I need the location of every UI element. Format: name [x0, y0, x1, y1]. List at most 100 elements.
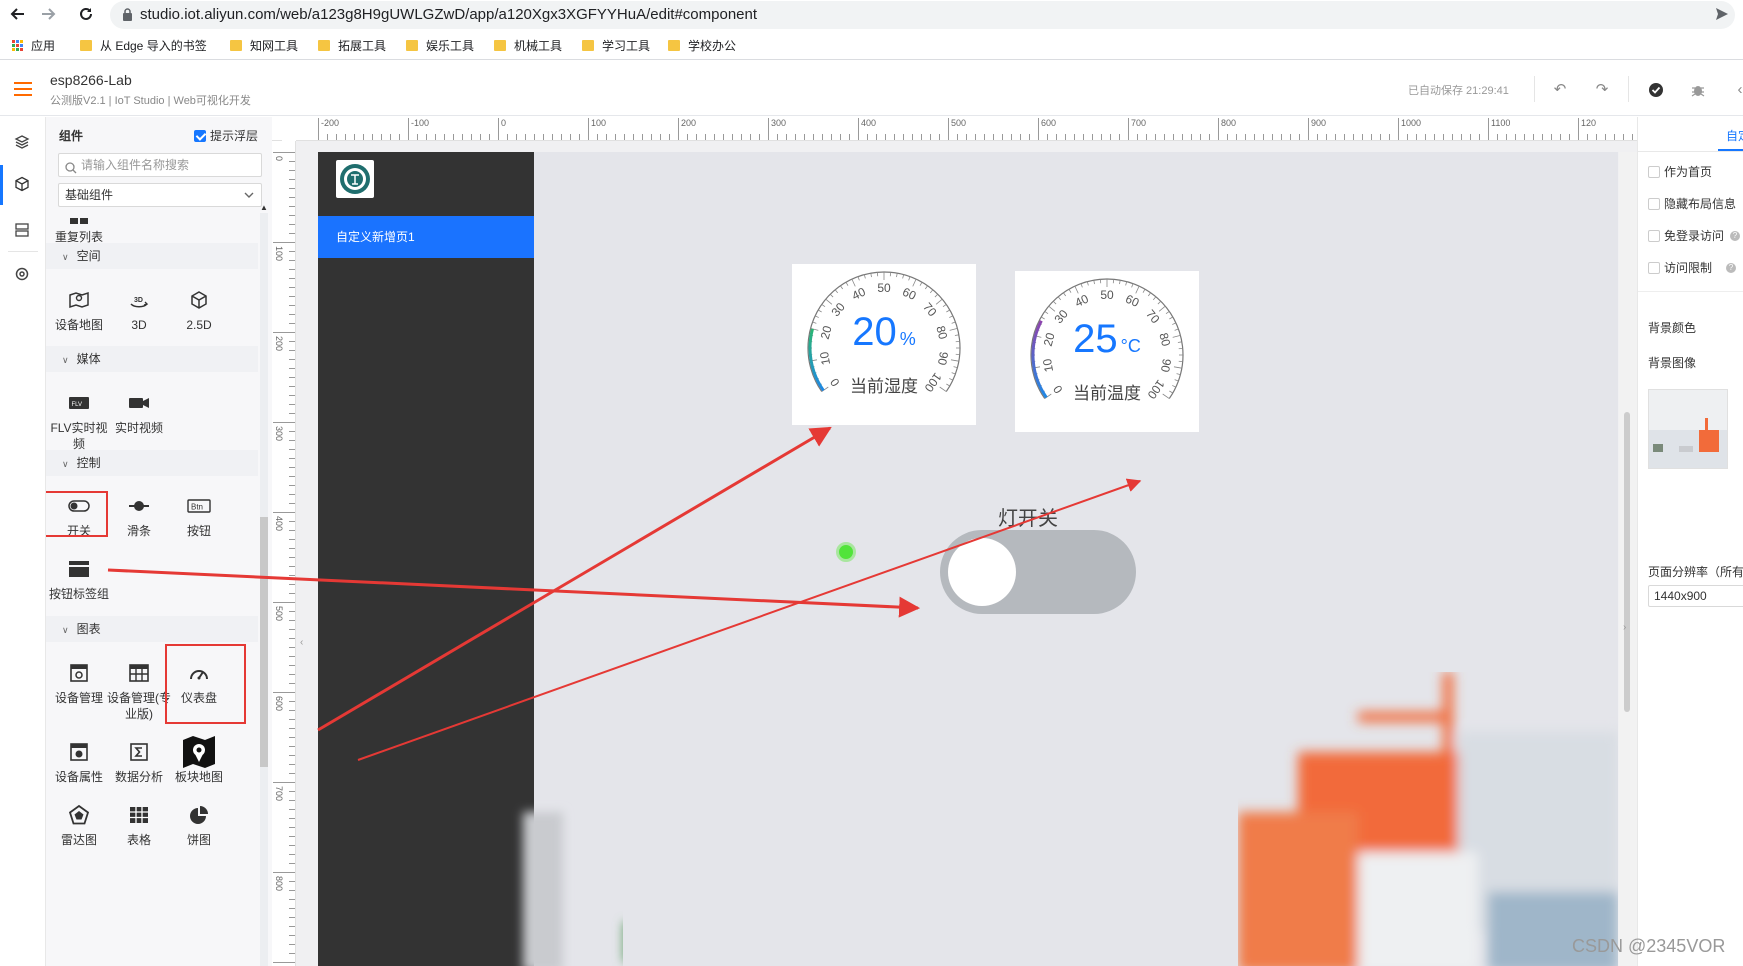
canvas-right-arrow-icon[interactable]: › — [1623, 622, 1626, 633]
ruler-tick — [289, 620, 295, 621]
bookmark-folder[interactable]: 拓展工具 — [318, 37, 386, 54]
canvas-left-arrow-icon[interactable]: ‹ — [300, 637, 303, 648]
option-access-limit[interactable]: 访问限制? — [1648, 259, 1737, 276]
ruler-tick — [289, 485, 295, 486]
component-category-select[interactable]: 基础组件 — [58, 183, 262, 207]
page-canvas[interactable]: 自定义新增页1 0 10 20 30 40 50 60 70 80 90 100… — [318, 152, 1618, 966]
gauge-tick — [1158, 305, 1166, 312]
undo-icon[interactable]: ↶ — [1552, 82, 1568, 98]
component-device-property[interactable]: 设备属性 — [46, 735, 112, 785]
component-data-analysis[interactable]: 数据分析 — [106, 735, 172, 785]
component-radar-chart[interactable]: 雷达图 — [46, 798, 112, 848]
table-icon — [106, 798, 172, 832]
reload-icon[interactable] — [74, 2, 98, 26]
ruler-tick — [289, 647, 295, 648]
component-repeat-list[interactable]: 重复列表 — [46, 213, 112, 245]
component-region-map[interactable]: 板块地图 — [166, 735, 232, 785]
gauge-tick — [1125, 281, 1128, 286]
component-slider[interactable]: 滑条 — [106, 489, 172, 539]
component-button[interactable]: Btn 按钮 — [166, 489, 232, 539]
option-no-login[interactable]: 免登录访问? — [1648, 227, 1741, 244]
ruler-tick — [453, 134, 454, 140]
ruler-tick — [669, 134, 670, 140]
option-hide-layout[interactable]: 隐藏布局信息 — [1648, 195, 1736, 212]
gauge-humidity[interactable]: 0 10 20 30 40 50 60 70 80 90 100 20% 当前湿度 — [792, 264, 976, 425]
hint-checkbox[interactable]: 提示浮层 — [194, 127, 258, 144]
bookmark-folder[interactable]: 学习工具 — [582, 37, 650, 54]
panel-scrollbar-thumb[interactable] — [260, 517, 268, 767]
component-button-tab-group[interactable]: 按钮标签组 — [46, 552, 112, 602]
component-live-video[interactable]: 实时视频 — [106, 386, 172, 436]
ruler-tick — [750, 134, 751, 140]
bookmark-folder[interactable]: 机械工具 — [494, 37, 562, 54]
check-icon[interactable] — [1648, 82, 1664, 98]
forward-icon[interactable] — [36, 2, 60, 26]
component-pie-chart[interactable]: 饼图 — [166, 798, 232, 848]
menu-icon[interactable] — [14, 82, 32, 99]
ruler-tick — [289, 521, 295, 522]
ruler-tick — [417, 134, 418, 140]
help-icon[interactable]: ? — [1726, 262, 1737, 273]
option-set-home[interactable]: 作为首页 — [1648, 163, 1712, 180]
redo-icon[interactable]: ↷ — [1594, 82, 1610, 98]
component-flv-video[interactable]: FLV FLV实时视频 — [46, 386, 112, 452]
light-switch-toggle[interactable] — [940, 530, 1136, 614]
url-bar[interactable]: studio.iot.aliyun.com/web/a123g8H9gUWLGZ… — [110, 1, 1735, 29]
bookmark-folder[interactable]: 知网工具 — [230, 37, 298, 54]
bookmark-folder[interactable]: 娱乐工具 — [406, 37, 474, 54]
back-icon[interactable] — [6, 2, 30, 26]
table-grid-icon — [106, 656, 172, 690]
component-search-input[interactable]: 请输入组件名称搜索 — [58, 153, 262, 177]
ruler-tick — [289, 935, 295, 936]
component-icon[interactable] — [11, 173, 33, 195]
annotation-box-switch — [46, 491, 108, 537]
ruler-tick — [289, 755, 295, 756]
debug-icon[interactable] — [1690, 82, 1706, 98]
collapse-icon[interactable]: ‹ — [1732, 82, 1743, 98]
section-control[interactable]: ∨ 控制 — [46, 450, 258, 476]
ruler-tick — [273, 512, 295, 513]
ruler-tick — [1353, 134, 1354, 140]
gauge-temperature[interactable]: 0 10 20 30 40 50 60 70 80 90 100 25 °C 当前温度 — [1015, 271, 1199, 432]
canvas-scrollbar-thumb[interactable] — [1624, 412, 1630, 712]
component-device-manage-pro[interactable]: 设备管理(专业版) — [106, 656, 172, 722]
settings-icon[interactable] — [11, 263, 33, 285]
tab-custom[interactable]: 自定 — [1726, 127, 1743, 144]
gauge-tick — [1173, 366, 1182, 369]
bookmark-folder[interactable]: 从 Edge 导入的书签 — [80, 37, 207, 54]
ruler-tick — [289, 260, 295, 261]
ruler-tick — [289, 278, 295, 279]
vertical-ruler: 0 100 200 300 400 500 600 700 800 — [272, 141, 296, 966]
component-device-manage[interactable]: 设备管理 — [46, 656, 112, 706]
component-3d[interactable]: 3D 3D — [106, 283, 172, 333]
ruler-tick — [363, 134, 364, 140]
help-icon[interactable]: ? — [1730, 230, 1741, 241]
ruler-tick — [289, 710, 295, 711]
ruler-tick — [1083, 134, 1084, 140]
component-2.5d[interactable]: 2.5D — [166, 283, 232, 333]
resolution-select[interactable]: 1440x900 — [1648, 585, 1743, 607]
gauge-tick — [935, 298, 943, 305]
scroll-up-icon[interactable]: ▲ — [260, 203, 268, 212]
layers-icon[interactable] — [11, 131, 33, 153]
component-device-map[interactable]: 设备地图 — [46, 283, 112, 333]
section-space[interactable]: ∨ 空间 — [46, 243, 258, 269]
ruler-tick — [1281, 134, 1282, 140]
send-icon[interactable] — [1715, 7, 1729, 24]
section-media[interactable]: ∨ 媒体 — [46, 346, 258, 372]
component-table[interactable]: 表格 — [106, 798, 172, 848]
nav-item-custom-page[interactable]: 自定义新增页1 — [318, 216, 534, 258]
ruler-tick — [289, 818, 295, 819]
bookmark-apps[interactable]: 应用 — [12, 37, 55, 54]
bg-image-thumbnail[interactable] — [1648, 389, 1728, 469]
gauge-tick — [845, 281, 849, 286]
ruler-tick — [1326, 134, 1327, 140]
ruler-tick — [289, 215, 295, 216]
canvas-scrollbar[interactable]: › — [1619, 152, 1637, 966]
section-chart[interactable]: ∨ 图表 — [46, 616, 258, 642]
ruler-tick — [289, 566, 295, 567]
bookmark-folder[interactable]: 学校办公 — [668, 37, 736, 54]
data-source-icon[interactable] — [11, 219, 33, 241]
ruler-tick — [1308, 118, 1309, 140]
ruler-tick — [381, 134, 382, 140]
